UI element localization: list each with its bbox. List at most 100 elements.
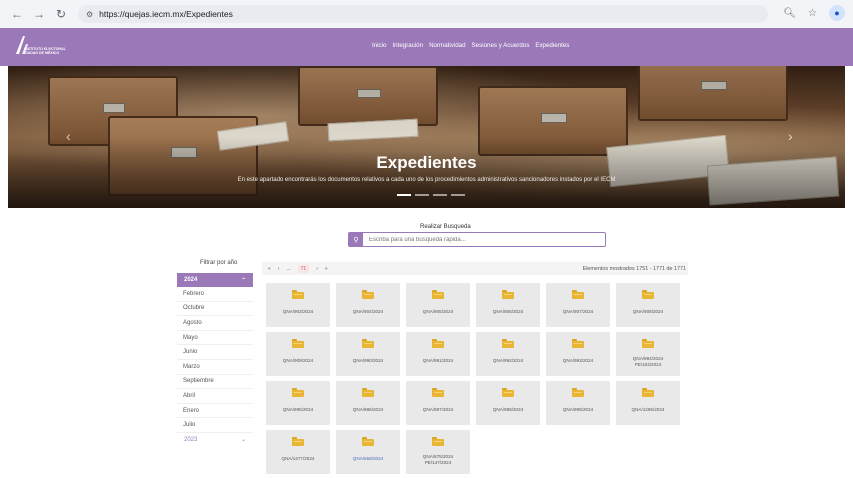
month-item[interactable]: Agosto — [177, 316, 253, 331]
month-item[interactable]: Febrero — [177, 287, 253, 302]
expediente-number: QNA/991/2024 — [422, 358, 454, 363]
expediente-card[interactable]: QNA/999/2024 — [546, 381, 610, 425]
nav-item-inicio[interactable]: Inicio — [372, 42, 386, 49]
expediente-card[interactable]: QNA/909/2024 — [266, 332, 330, 376]
expediente-card[interactable]: QNA/659/2024 — [336, 430, 400, 474]
expediente-label: QNA/906/2024 — [493, 309, 523, 315]
search-input[interactable] — [363, 236, 603, 243]
expediente-label: QNA/990/2024 — [353, 358, 383, 364]
address-bar[interactable]: ⚙ https://quejas.iecm.mx/Expedientes — [78, 5, 768, 23]
year-label: 2023 — [184, 436, 198, 443]
nav-item-expedientes[interactable]: Expedientes — [535, 42, 569, 49]
expediente-card[interactable]: QNA/995/2024 — [266, 381, 330, 425]
expediente-card[interactable]: QNA/997/2024 — [406, 381, 470, 425]
first-page-button[interactable]: « — [268, 266, 271, 272]
month-item[interactable]: Abril — [177, 389, 253, 404]
site-info-icon[interactable]: ⚙ — [86, 10, 93, 19]
pagination-bar: « ‹ ... 71 › » Elementos mostrados 1751 … — [262, 262, 688, 275]
expediente-card[interactable]: QNA/996/2024 — [336, 381, 400, 425]
carousel-indicator[interactable] — [433, 194, 447, 196]
expediente-label: QNA/995/2024 — [283, 407, 313, 413]
expediente-card[interactable]: QNA/998/2024 — [476, 381, 540, 425]
month-item[interactable]: Mayo — [177, 331, 253, 346]
folder-icon — [292, 290, 304, 299]
hero-subtitle: En este apartado encontrarás los documen… — [237, 177, 616, 183]
expediente-card[interactable]: QNA/907/2024 — [546, 283, 610, 327]
last-page-button[interactable]: » — [325, 266, 328, 272]
expediente-label: QNA/993/2024 — [563, 358, 593, 364]
expediente-card[interactable]: QNA/903/2024 — [266, 283, 330, 327]
expediente-number: QNA/659/2024 — [352, 456, 384, 461]
browser-toolbar: ← → ↻ ⚙ https://quejas.iecm.mx/Expedient… — [0, 0, 853, 28]
chevron-up-icon: ⌃ — [240, 277, 246, 284]
expediente-card[interactable]: QNA/906/2024 — [476, 283, 540, 327]
forward-arrow-icon[interactable]: → — [30, 5, 48, 23]
month-item[interactable]: Enero — [177, 404, 253, 419]
pagination-ellipsis: ... — [286, 265, 291, 272]
expediente-card[interactable]: QNA/1477/2024 — [266, 430, 330, 474]
folder-icon — [502, 339, 514, 348]
folder-icon — [292, 388, 304, 397]
carousel-indicator[interactable] — [415, 194, 429, 196]
expediente-card[interactable]: QNA/992/2024 — [476, 332, 540, 376]
expediente-card[interactable]: QNA/991/2024 — [406, 332, 470, 376]
expediente-label: QNA/991/2024 — [423, 358, 453, 364]
month-item[interactable]: Julio — [177, 418, 253, 433]
folder-icon — [362, 290, 374, 299]
carousel-indicator[interactable] — [397, 194, 411, 196]
month-item[interactable]: Septiembre — [177, 375, 253, 390]
current-page-button[interactable]: 71 — [297, 264, 310, 273]
month-item[interactable]: Junio — [177, 345, 253, 360]
expediente-card[interactable]: QNA/905/2024 — [406, 283, 470, 327]
expediente-label[interactable]: QNA/659/2024 — [353, 456, 383, 462]
filter-label: Filtrar por año — [200, 260, 238, 266]
expediente-card[interactable]: QNA/990/2024 — [336, 332, 400, 376]
expediente-number: QNA/993/2024 — [562, 358, 594, 363]
folder-icon — [642, 290, 654, 299]
next-page-button[interactable]: › — [316, 266, 318, 272]
expediente-card[interactable]: QNA/908/2024 — [616, 283, 680, 327]
folder-icon — [292, 437, 304, 446]
expediente-card[interactable]: QNA/904/2024 — [336, 283, 400, 327]
expediente-number: QNA/908/2024 — [632, 309, 664, 314]
carousel-prev-icon[interactable]: ‹ — [66, 128, 71, 144]
reload-icon[interactable]: ↻ — [52, 5, 70, 23]
bookmark-star-icon[interactable]: ☆ — [808, 8, 817, 19]
iecm-logo[interactable]: INSTITUTO ELECTORAL CIUDAD DE MÉXICO — [14, 34, 74, 60]
folder-icon — [432, 437, 444, 446]
expediente-label: QNA/999/2024 — [563, 407, 593, 413]
carousel-next-icon[interactable]: › — [788, 128, 793, 144]
month-item[interactable]: Octubre — [177, 302, 253, 317]
expediente-number: QNA/994/2024 — [632, 356, 664, 361]
year-label: 2024 — [184, 277, 198, 283]
expediente-number: QNA/907/2024 — [562, 309, 594, 314]
prev-page-button[interactable]: ‹ — [278, 266, 280, 272]
zoom-icon[interactable]: 🔍︎ — [783, 8, 796, 19]
profile-avatar-icon[interactable]: ● — [829, 5, 845, 21]
year-2023-toggle[interactable]: 2023 ⌄ — [177, 433, 253, 447]
search-icon[interactable]: ⚲ — [349, 233, 363, 246]
expediente-number: QNA/995/2024 — [282, 407, 314, 412]
folder-icon — [432, 388, 444, 397]
month-item[interactable]: Marzo — [177, 360, 253, 375]
carousel-indicator[interactable] — [451, 194, 465, 196]
nav-item-sesiones[interactable]: Sesiones y Acuerdos — [472, 42, 530, 49]
expediente-number: QNA/675/2024 — [422, 454, 454, 459]
expediente-number: QNA/999/2024 — [562, 407, 594, 412]
expediente-number: QNA/996/2024 — [352, 407, 384, 412]
expediente-label: QNA/908/2024 — [633, 309, 663, 315]
nav-item-integracion[interactable]: Integración — [392, 42, 423, 49]
year-2024-toggle[interactable]: 2024 ⌃ — [177, 273, 253, 287]
expediente-number: QNA/992/2024 — [492, 358, 524, 363]
folder-icon — [432, 339, 444, 348]
expediente-card[interactable]: QNA/675/2024 PE/147/2024 — [406, 430, 470, 474]
expediente-number: QNA/905/2024 — [422, 309, 454, 314]
folder-icon — [292, 339, 304, 348]
expediente-card[interactable]: QNA/994/2024 PE/104/2024 — [616, 332, 680, 376]
expediente-card[interactable]: QNA/1295/2024 — [616, 381, 680, 425]
folder-icon — [572, 388, 584, 397]
expediente-card[interactable]: QNA/993/2024 — [546, 332, 610, 376]
nav-item-normatividad[interactable]: Normatividad — [429, 42, 465, 49]
back-arrow-icon[interactable]: ← — [8, 5, 26, 23]
expediente-number: QNA/906/2024 — [492, 309, 524, 314]
